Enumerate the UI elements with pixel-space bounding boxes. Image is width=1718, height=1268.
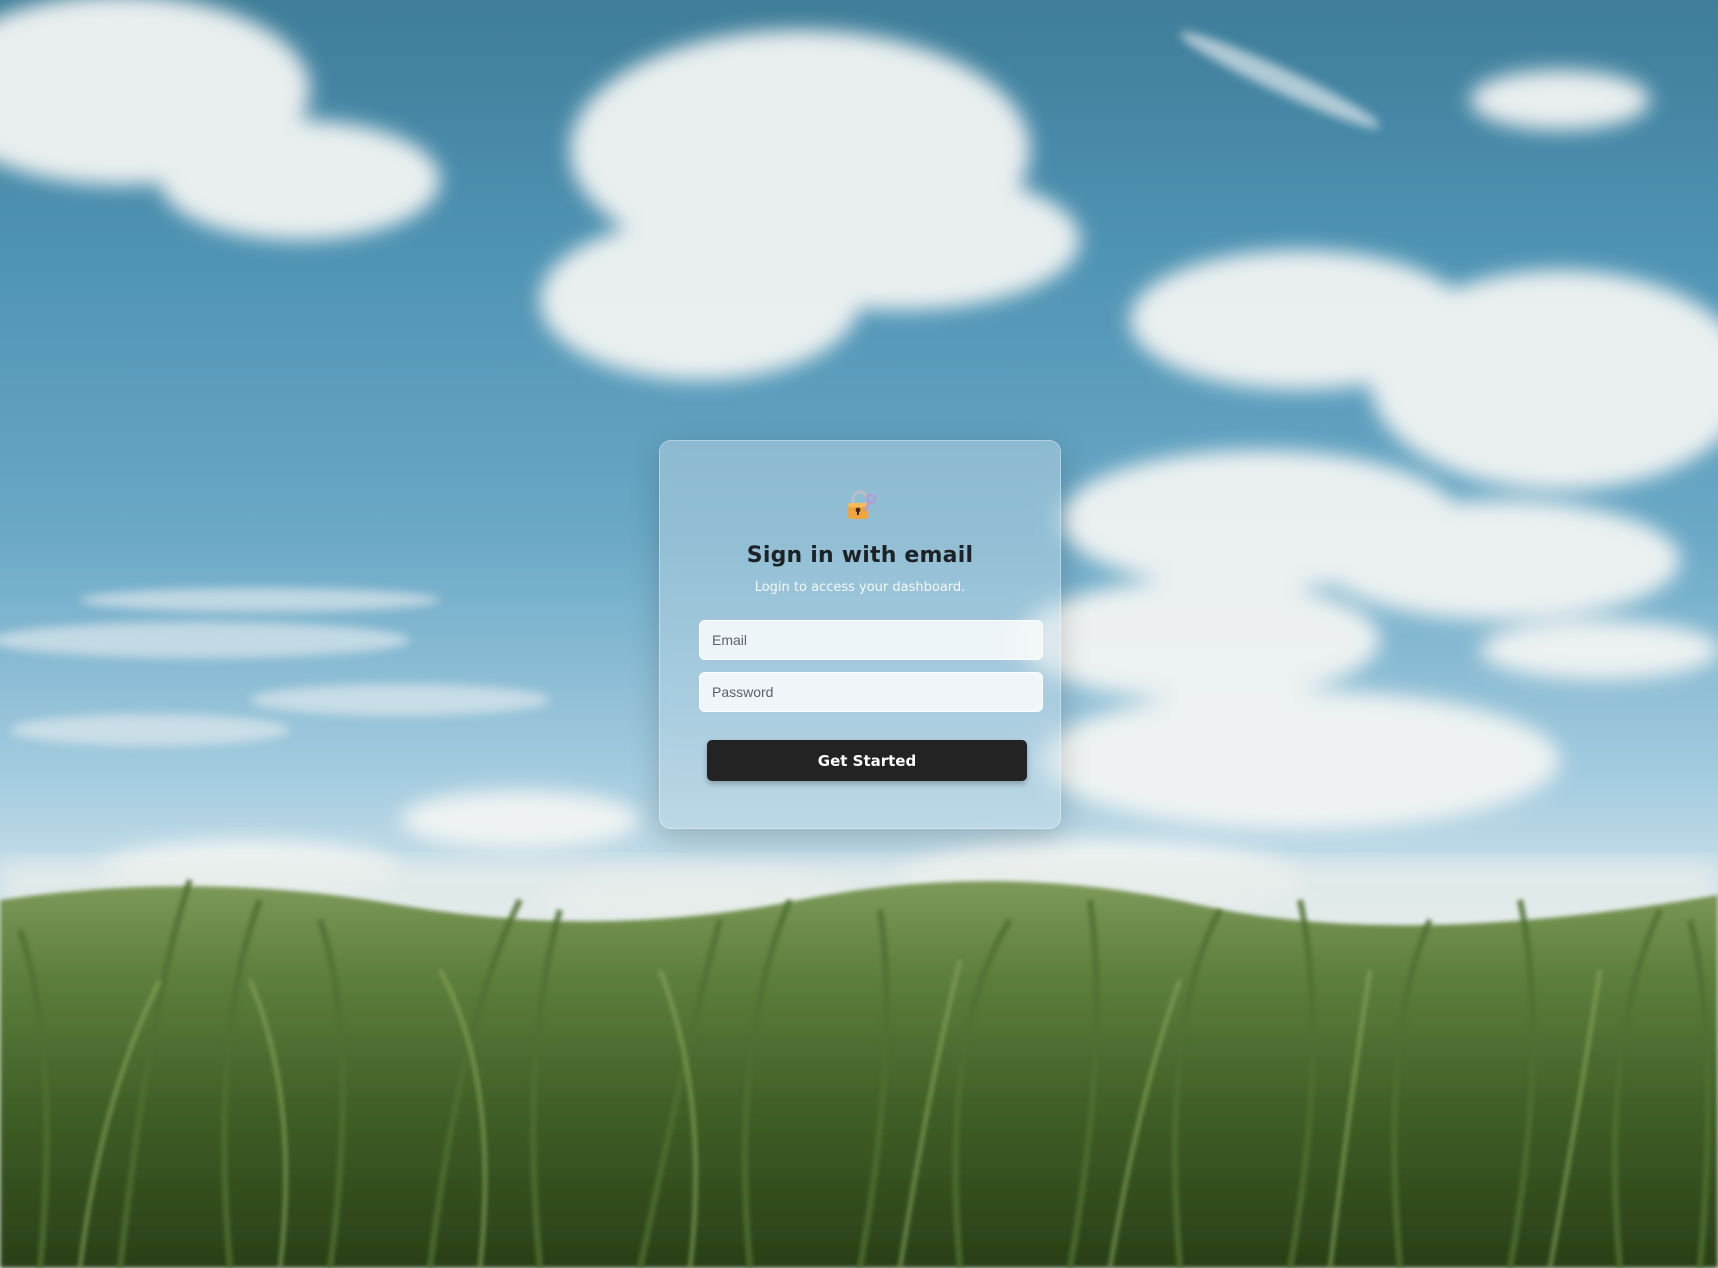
password-input[interactable] — [699, 672, 1043, 712]
card-title: Sign in with email — [746, 543, 974, 568]
login-card: Sign in with email Login to access your … — [659, 440, 1061, 829]
get-started-button[interactable]: Get Started — [707, 740, 1027, 781]
card-subtitle: Login to access your dashboard. — [754, 580, 966, 595]
login-page: Sign in with email Login to access your … — [0, 0, 1718, 1268]
lock-with-key-icon — [843, 489, 877, 523]
email-input[interactable] — [699, 620, 1043, 660]
